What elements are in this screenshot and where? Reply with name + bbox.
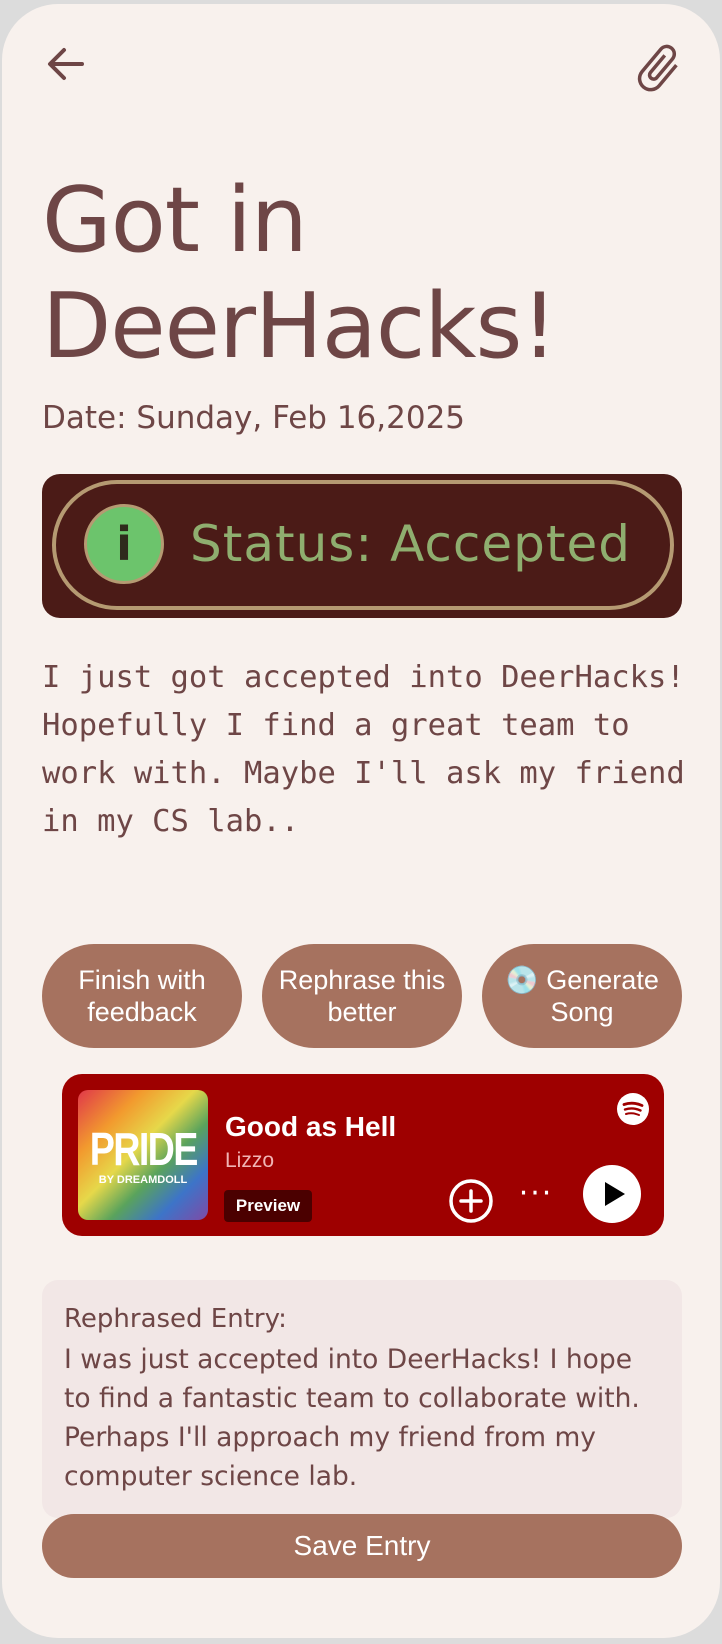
album-subtitle: BY DREAMDOLL (98, 1174, 188, 1186)
album-art[interactable]: PRIDE BY DREAMDOLL (78, 1090, 208, 1220)
finish-with-feedback-button[interactable]: Finish with feedback (42, 944, 242, 1048)
info-icon-glyph: i (116, 517, 132, 571)
more-dots-icon[interactable]: ··· (514, 1179, 558, 1218)
save-entry-button[interactable]: Save Entry (42, 1514, 682, 1578)
track-title[interactable]: Good as Hell (225, 1110, 396, 1144)
preview-badge: Preview (224, 1190, 312, 1222)
play-icon[interactable] (582, 1164, 642, 1224)
generate-song-button[interactable]: 💿 Generate Song (482, 944, 682, 1048)
rephrased-text: I was just accepted into DeerHacks! I ho… (64, 1344, 640, 1492)
track-artist[interactable]: Lizzo (225, 1148, 274, 1174)
status-pill: i Status: Accepted (52, 480, 674, 610)
rephrased-heading: Rephrased Entry: (64, 1304, 287, 1334)
status-text: Status: Accepted (190, 515, 631, 573)
info-icon: i (84, 504, 164, 584)
rephrase-button[interactable]: Rephrase this better (262, 944, 462, 1048)
paperclip-icon (637, 44, 678, 92)
journal-entry-screen: Got in DeerHacks! Date: Sunday, Feb 16,2… (2, 4, 720, 1638)
plus-circle-icon[interactable] (447, 1177, 495, 1225)
entry-date: Date: Sunday, Feb 16,2025 (42, 400, 466, 436)
spotify-embed[interactable]: PRIDE BY DREAMDOLL Good as Hell Lizzo Pr… (62, 1074, 664, 1236)
entry-body[interactable]: I just got accepted into DeerHacks! Hope… (42, 654, 692, 846)
spotify-icon[interactable] (616, 1092, 650, 1126)
arrow-left-icon (48, 48, 84, 80)
album-title: PRIDE (89, 1123, 199, 1175)
rephrased-entry-box: Rephrased Entry: I was just accepted int… (42, 1280, 682, 1518)
entry-title: Got in DeerHacks! (42, 168, 557, 379)
status-banner: i Status: Accepted (42, 474, 682, 618)
attach-button[interactable] (630, 40, 686, 96)
back-button[interactable] (42, 38, 94, 90)
